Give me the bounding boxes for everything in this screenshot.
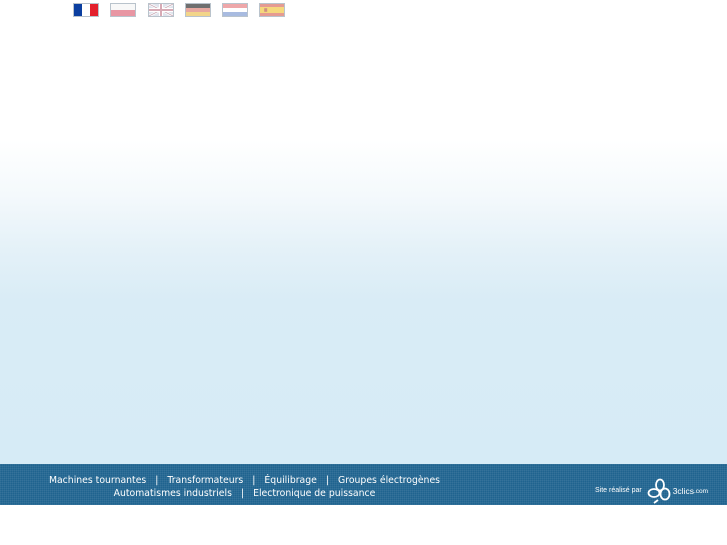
footer-link-electronique-de-puissance[interactable]: Electronique de puissance <box>253 488 375 499</box>
footer-separator: | <box>325 475 330 486</box>
3clics-logo[interactable]: 3clics .com <box>647 478 708 504</box>
footer-link-transformateurs[interactable]: Transformateurs <box>167 475 243 486</box>
spain-flag-icon[interactable] <box>259 3 286 17</box>
netherlands-flag-icon[interactable] <box>222 3 249 17</box>
france-flag-icon[interactable] <box>73 3 99 17</box>
footer-link-automatismes-industriels[interactable]: Automatismes industriels <box>114 488 232 499</box>
footer-nav-row-2: Automatismes industriels | Electronique de… <box>36 487 453 500</box>
footer-separator: | <box>240 488 245 499</box>
footer-separator: | <box>252 475 256 486</box>
logo-name: 3clics <box>672 485 694 496</box>
logo-tld: .com <box>693 488 709 495</box>
page-background <box>0 0 727 464</box>
footer-link-equilibrage[interactable]: Équilibrage <box>264 475 316 486</box>
poland-flag-icon[interactable] <box>110 3 137 17</box>
footer-nav-row-1: Machines tournantes | Transformateurs | Équi… <box>36 474 453 487</box>
footer-link-groupes-electrogenes[interactable]: Groupes électrogènes <box>338 475 440 486</box>
clover-icon <box>647 478 671 504</box>
site-credit: Site réalisé par 3clics .com <box>595 477 708 504</box>
united-kingdom-flag-icon[interactable] <box>147 3 174 17</box>
credit-text: Site réalisé par <box>595 487 642 494</box>
footer-nav: Machines tournantes | Transformateurs | Équi… <box>36 474 453 500</box>
germany-flag-icon[interactable] <box>184 3 211 17</box>
footer-link-machines-tournantes[interactable]: Machines tournantes <box>49 475 146 486</box>
footer-separator: | <box>155 475 159 486</box>
language-selector <box>73 3 297 17</box>
